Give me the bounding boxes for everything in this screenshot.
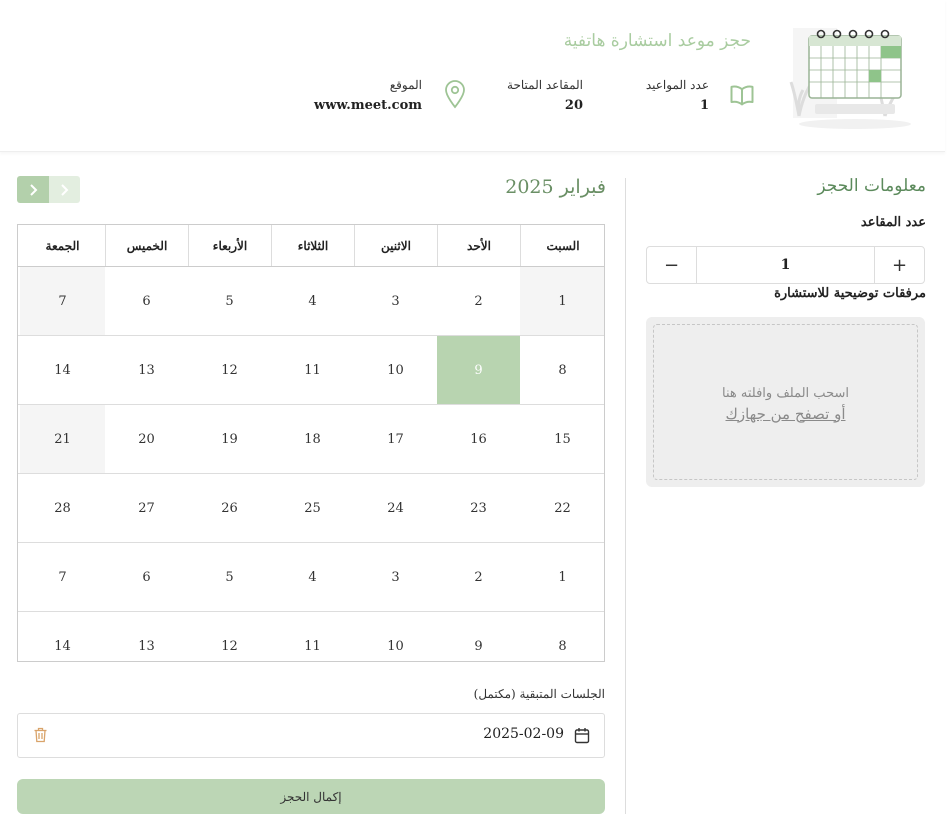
day-cell[interactable]: 3: [354, 543, 437, 611]
calendar-grid: السبت الأحد الاثنين الثلاثاء الأربعاء ال…: [17, 224, 605, 662]
day-cell[interactable]: 13: [105, 612, 188, 661]
day-cell[interactable]: 5: [188, 267, 271, 335]
booking-info-heading: معلومات الحجز: [817, 176, 926, 196]
dropzone-area[interactable]: اسحب الملف وافلته هنا أو تصفح من جهازك: [653, 324, 918, 480]
weekday-sunday: الأحد: [437, 225, 520, 266]
increment-button[interactable]: +: [874, 247, 924, 283]
book-icon: [730, 85, 754, 106]
day-cell[interactable]: 7: [20, 543, 105, 611]
chevron-right-icon: [30, 183, 38, 196]
day-cell[interactable]: 8: [520, 336, 604, 404]
calendar-icon: [574, 728, 590, 744]
drop-hint: اسحب الملف وافلته هنا: [722, 385, 849, 401]
day-cell[interactable]: 18: [271, 405, 354, 473]
day-cell[interactable]: 25: [271, 474, 354, 542]
seats-stepper: − 1 +: [646, 246, 925, 284]
browse-link[interactable]: أو تصفح من جهازك: [726, 405, 846, 423]
day-cell[interactable]: 11: [271, 336, 354, 404]
calendar-illustration: [789, 28, 911, 129]
weekday-wednesday: الأربعاء: [188, 225, 271, 266]
day-cell[interactable]: 4: [271, 543, 354, 611]
trash-icon[interactable]: [33, 727, 48, 743]
day-cell[interactable]: 13: [105, 336, 188, 404]
day-cell[interactable]: 1: [520, 543, 604, 611]
weekday-saturday: السبت: [520, 225, 604, 266]
day-cell[interactable]: 14: [20, 336, 105, 404]
day-cell[interactable]: 10: [354, 336, 437, 404]
day-cell[interactable]: 4: [271, 267, 354, 335]
seats-value[interactable]: 1: [697, 247, 874, 283]
prev-month-button[interactable]: [48, 176, 80, 203]
appointments-count: عدد المواعيد 1: [646, 78, 709, 113]
weekday-header: السبت الأحد الاثنين الثلاثاء الأربعاء ال…: [18, 225, 604, 267]
day-cell[interactable]: 11: [271, 612, 354, 661]
day-cell[interactable]: 15: [520, 405, 604, 473]
calendar-week: 15 16 17 18 19 20 21: [18, 405, 604, 474]
map-pin-icon: [445, 80, 465, 109]
day-cell[interactable]: 26: [188, 474, 271, 542]
calendar-week: 1 2 3 4 5 6 7: [18, 543, 604, 612]
day-cell[interactable]: 6: [105, 267, 188, 335]
decrement-button[interactable]: −: [647, 247, 697, 283]
calendar-week: 8 9 10 11 12 13 14: [18, 612, 604, 661]
calendar-inner: السبت الأحد الاثنين الثلاثاء الأربعاء ال…: [18, 225, 604, 661]
calendar-week: 8 9 10 11 12 13 14: [18, 336, 604, 405]
weekday-monday: الاثنين: [354, 225, 437, 266]
chevron-left-icon: [61, 183, 69, 196]
session-item: 2025-02-09: [17, 713, 605, 758]
day-cell[interactable]: 3: [354, 267, 437, 335]
day-cell[interactable]: 12: [188, 612, 271, 661]
page-title: حجز موعد استشارة هاتفية: [563, 31, 751, 51]
day-cell[interactable]: 16: [437, 405, 520, 473]
day-cell[interactable]: 1: [520, 267, 604, 335]
appointments-value: 1: [699, 98, 709, 113]
day-cell[interactable]: 2: [437, 267, 520, 335]
location-value: www.meet.com: [314, 98, 422, 113]
day-cell[interactable]: 6: [105, 543, 188, 611]
day-cell[interactable]: 2: [437, 543, 520, 611]
month-title: فبراير 2025: [505, 176, 606, 198]
file-dropzone[interactable]: اسحب الملف وافلته هنا أو تصفح من جهازك: [646, 317, 925, 487]
available-seats: المقاعد المتاحة 20: [507, 78, 583, 113]
calendar-week: 1 2 3 4 5 6 7: [18, 267, 604, 336]
header: حجز موعد استشارة هاتفية عدد المواعيد 1 ا…: [0, 0, 945, 152]
day-cell[interactable]: 8: [520, 612, 604, 661]
complete-booking-button[interactable]: إكمال الحجز: [17, 779, 605, 814]
day-cell[interactable]: 7: [20, 267, 105, 335]
day-cell[interactable]: 10: [354, 612, 437, 661]
day-cell[interactable]: 22: [520, 474, 604, 542]
weekday-friday: الجمعة: [45, 238, 80, 253]
seats-available-label: المقاعد المتاحة: [507, 78, 583, 92]
day-cell[interactable]: 27: [105, 474, 188, 542]
next-month-button[interactable]: [17, 176, 49, 203]
weekday-thursday: الخميس: [105, 225, 188, 266]
session-date: 2025-02-09: [483, 726, 564, 742]
day-cell[interactable]: 23: [437, 474, 520, 542]
day-cell-selected[interactable]: 9: [437, 336, 520, 404]
day-cell[interactable]: 19: [188, 405, 271, 473]
day-cell[interactable]: 9: [437, 612, 520, 661]
remaining-sessions-label: الجلسات المتبقية (مكتمل): [473, 687, 605, 701]
day-cell[interactable]: 14: [20, 612, 105, 661]
attachments-label: مرفقات توضيحية للاستشارة: [774, 286, 926, 301]
month-nav: [17, 176, 80, 203]
seats-available-value: 20: [564, 98, 583, 113]
location-label: الموقع: [389, 78, 422, 92]
seats-label: عدد المقاعد: [860, 215, 926, 230]
day-cell[interactable]: 20: [105, 405, 188, 473]
calendar-week: 22 23 24 25 26 27 28: [18, 474, 604, 543]
panel-divider: [625, 178, 626, 814]
weekday-tuesday: الثلاثاء: [271, 225, 354, 266]
day-cell[interactable]: 21: [20, 405, 105, 473]
day-cell[interactable]: 28: [20, 474, 105, 542]
day-cell[interactable]: 17: [354, 405, 437, 473]
day-cell[interactable]: 12: [188, 336, 271, 404]
location: الموقع www.meet.com: [314, 78, 422, 113]
day-cell[interactable]: 24: [354, 474, 437, 542]
day-cell[interactable]: 5: [188, 543, 271, 611]
appointments-label: عدد المواعيد: [645, 78, 709, 92]
